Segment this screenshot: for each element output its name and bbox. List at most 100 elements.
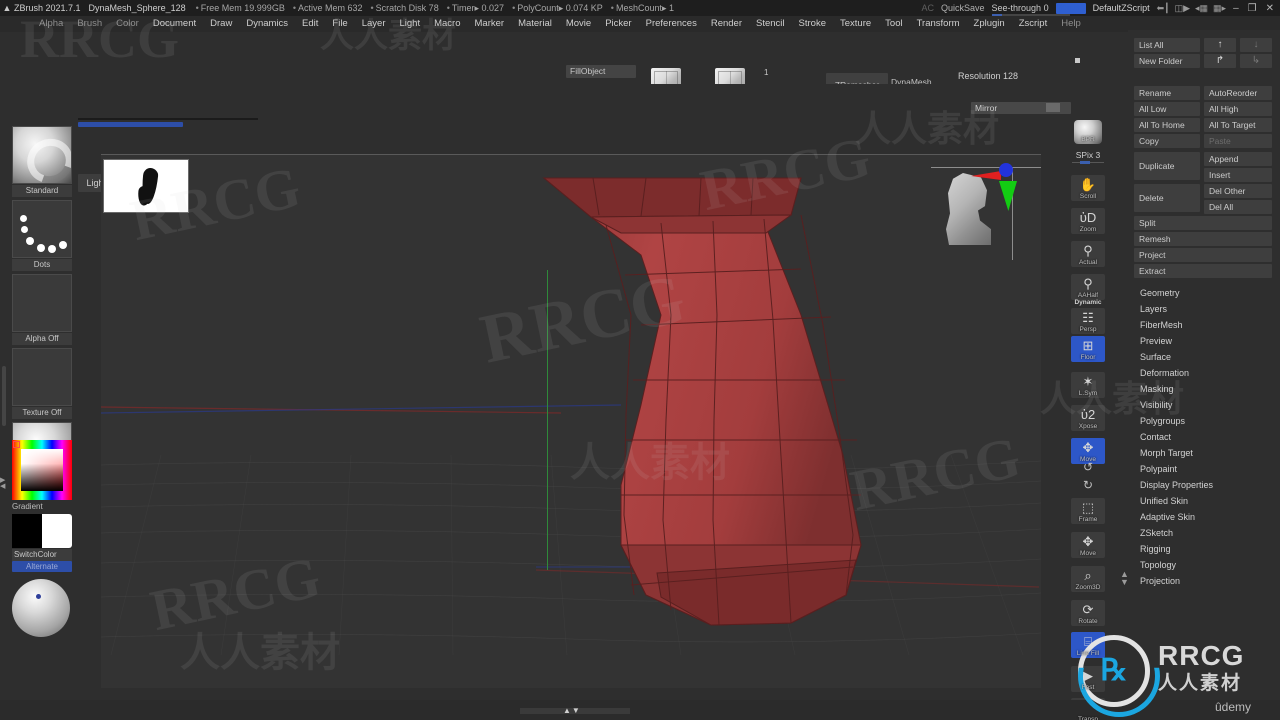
list-all-button[interactable]: List All — [1134, 38, 1200, 52]
secondary-color-swatch[interactable] — [42, 514, 72, 548]
tray-right-icon[interactable]: ▦▸ — [1213, 3, 1226, 14]
left-shelf-arrows[interactable]: ▶ ◀ — [0, 477, 5, 490]
menu-item-transform[interactable]: Transform — [910, 16, 967, 32]
menu-item-layer[interactable]: Layer — [355, 16, 393, 32]
stroke-thumbnail-icon[interactable] — [12, 200, 72, 258]
rail-item-frame[interactable]: ⬚ Frame — [1070, 498, 1106, 524]
move-down-button[interactable]: ↓ — [1240, 38, 1272, 52]
tool-section-surface[interactable]: Surface — [1134, 350, 1274, 365]
rail-item-persp[interactable]: ☷ Dynamic Persp — [1070, 299, 1106, 334]
brush-thumbnail-icon[interactable] — [12, 126, 72, 184]
copy-button[interactable]: Copy — [1134, 134, 1200, 148]
menu-item-tool[interactable]: Tool — [878, 16, 909, 32]
mirror-axis-icon[interactable] — [1046, 103, 1060, 112]
tool-section-layers[interactable]: Layers — [1134, 302, 1274, 317]
project-button[interactable]: Project — [1134, 248, 1272, 262]
move-up-button[interactable]: ↑ — [1204, 38, 1236, 52]
menu-item-alpha[interactable]: Alpha — [32, 16, 70, 32]
paste-button[interactable]: Paste — [1204, 134, 1272, 148]
append-button[interactable]: Append — [1204, 152, 1272, 166]
left-shelf-scrollbar[interactable] — [2, 366, 6, 426]
rail-item-aahalf[interactable]: ⚲ AAHalf — [1070, 274, 1106, 300]
tool-section-masking[interactable]: Masking — [1134, 382, 1274, 397]
menu-item-edit[interactable]: Edit — [295, 16, 325, 32]
menu-item-marker[interactable]: Marker — [468, 16, 512, 32]
rail-item-move[interactable]: ✥ Move — [1070, 532, 1106, 558]
rail-item-scroll[interactable]: ✋ Scroll — [1070, 175, 1106, 201]
viewport-canvas[interactable] — [101, 155, 1041, 688]
minimize-button[interactable]: – — [1233, 3, 1239, 14]
menu-item-document[interactable]: Document — [146, 16, 203, 32]
menu-item-movie[interactable]: Movie — [559, 16, 598, 32]
menu-item-help[interactable]: Help — [1054, 16, 1088, 32]
tool-section-geometry[interactable]: Geometry — [1134, 286, 1274, 301]
panel-scroll-arrows[interactable]: ▲ ▼ — [1120, 570, 1129, 587]
menu-item-picker[interactable]: Picker — [598, 16, 638, 32]
menu-item-light[interactable]: Light — [392, 16, 427, 32]
alpha-preview-thumbnail[interactable] — [103, 159, 189, 213]
folder-in-button[interactable]: ↱ — [1204, 54, 1236, 68]
tool-section-topology[interactable]: Topology — [1134, 558, 1274, 573]
menu-item-stroke[interactable]: Stroke — [792, 16, 833, 32]
autoreorder-button[interactable]: AutoReorder — [1204, 86, 1272, 100]
texture-thumbnail-icon[interactable] — [12, 348, 72, 406]
rotate-cw-icon[interactable]: ↻ — [1070, 478, 1106, 492]
zscript-label[interactable]: DefaultZScript — [1093, 3, 1150, 13]
rail-item-floor[interactable]: ⊞ Floor — [1070, 336, 1106, 362]
current-texture-slot[interactable]: Texture Off — [12, 348, 72, 419]
maximize-button[interactable]: ❐ — [1248, 3, 1257, 14]
bottom-toggle-arrows[interactable]: ▲▼ — [563, 706, 581, 715]
tool-section-polygroups[interactable]: Polygroups — [1134, 414, 1274, 429]
rail-item-spix[interactable]: SPix 3 — [1070, 150, 1106, 164]
color-picker-slot[interactable]: Gradient SwitchColor Alternate — [12, 440, 72, 637]
rail-item-actual[interactable]: ⚲ Actual — [1070, 241, 1106, 267]
tool-section-zsketch[interactable]: ZSketch — [1134, 526, 1274, 541]
menu-item-macro[interactable]: Macro — [427, 16, 467, 32]
tool-section-projection[interactable]: Projection — [1134, 574, 1274, 589]
tool-section-preview[interactable]: Preview — [1134, 334, 1274, 349]
rename-button[interactable]: Rename — [1134, 86, 1200, 100]
menus-toggle-button[interactable]: Menus — [1055, 2, 1086, 14]
menu-item-stencil[interactable]: Stencil — [749, 16, 792, 32]
material-preview-sphere[interactable] — [12, 579, 72, 637]
duplicate-button[interactable]: Duplicate — [1134, 152, 1200, 180]
tool-section-polypaint[interactable]: Polypaint — [1134, 462, 1274, 477]
menu-item-render[interactable]: Render — [704, 16, 749, 32]
rail-item-xpose[interactable]: ὑ2 Xpose — [1070, 405, 1106, 431]
del-other-button[interactable]: Del Other — [1204, 184, 1272, 198]
all-low-button[interactable]: All Low — [1134, 102, 1200, 116]
tool-section-fibermesh[interactable]: FiberMesh — [1134, 318, 1274, 333]
menu-item-texture[interactable]: Texture — [833, 16, 878, 32]
all-to-target-button[interactable]: All To Target — [1204, 118, 1272, 132]
keyboard-shortcut-icon[interactable]: ⬅┃ — [1157, 3, 1170, 14]
menu-item-draw[interactable]: Draw — [203, 16, 239, 32]
navigation-gizmo[interactable] — [931, 155, 1041, 260]
tool-section-display-properties[interactable]: Display Properties — [1134, 478, 1274, 493]
rail-item-rotate[interactable]: ⟳ Rotate — [1070, 600, 1106, 626]
tool-section-morph-target[interactable]: Morph Target — [1134, 446, 1274, 461]
tool-section-deformation[interactable]: Deformation — [1134, 366, 1274, 381]
current-brush-slot[interactable]: Standard — [12, 126, 72, 197]
delete-button[interactable]: Delete — [1134, 184, 1200, 212]
resolution-knob[interactable] — [1075, 58, 1080, 63]
spix-track[interactable] — [1072, 161, 1104, 164]
del-all-button[interactable]: Del All — [1204, 200, 1272, 214]
alpha-thumbnail-icon[interactable] — [12, 274, 72, 332]
rail-item-bpr[interactable]: BPR — [1070, 120, 1106, 144]
tool-section-rigging[interactable]: Rigging — [1134, 542, 1274, 557]
gizmo-z-axis-icon[interactable] — [999, 163, 1013, 177]
tool-section-contact[interactable]: Contact — [1134, 430, 1274, 445]
menu-item-zplugin[interactable]: Zplugin — [967, 16, 1012, 32]
folder-out-button[interactable]: ↳ — [1240, 54, 1272, 68]
remesh-button[interactable]: Remesh — [1134, 232, 1272, 246]
quicksave-button[interactable]: QuickSave — [941, 3, 985, 13]
panel-layout-icon[interactable]: ◫▶ — [1175, 3, 1190, 14]
all-high-button[interactable]: All High — [1204, 102, 1272, 116]
tray-left-icon[interactable]: ◂▦ — [1195, 3, 1208, 14]
rail-item-l-sym[interactable]: ✶ L.Sym — [1070, 372, 1106, 398]
alternate-button[interactable]: Alternate — [12, 561, 72, 572]
menu-item-preferences[interactable]: Preferences — [639, 16, 704, 32]
menu-item-file[interactable]: File — [325, 16, 354, 32]
tool-section-visibility[interactable]: Visibility — [1134, 398, 1274, 413]
3d-model-mesh[interactable] — [101, 155, 1041, 688]
